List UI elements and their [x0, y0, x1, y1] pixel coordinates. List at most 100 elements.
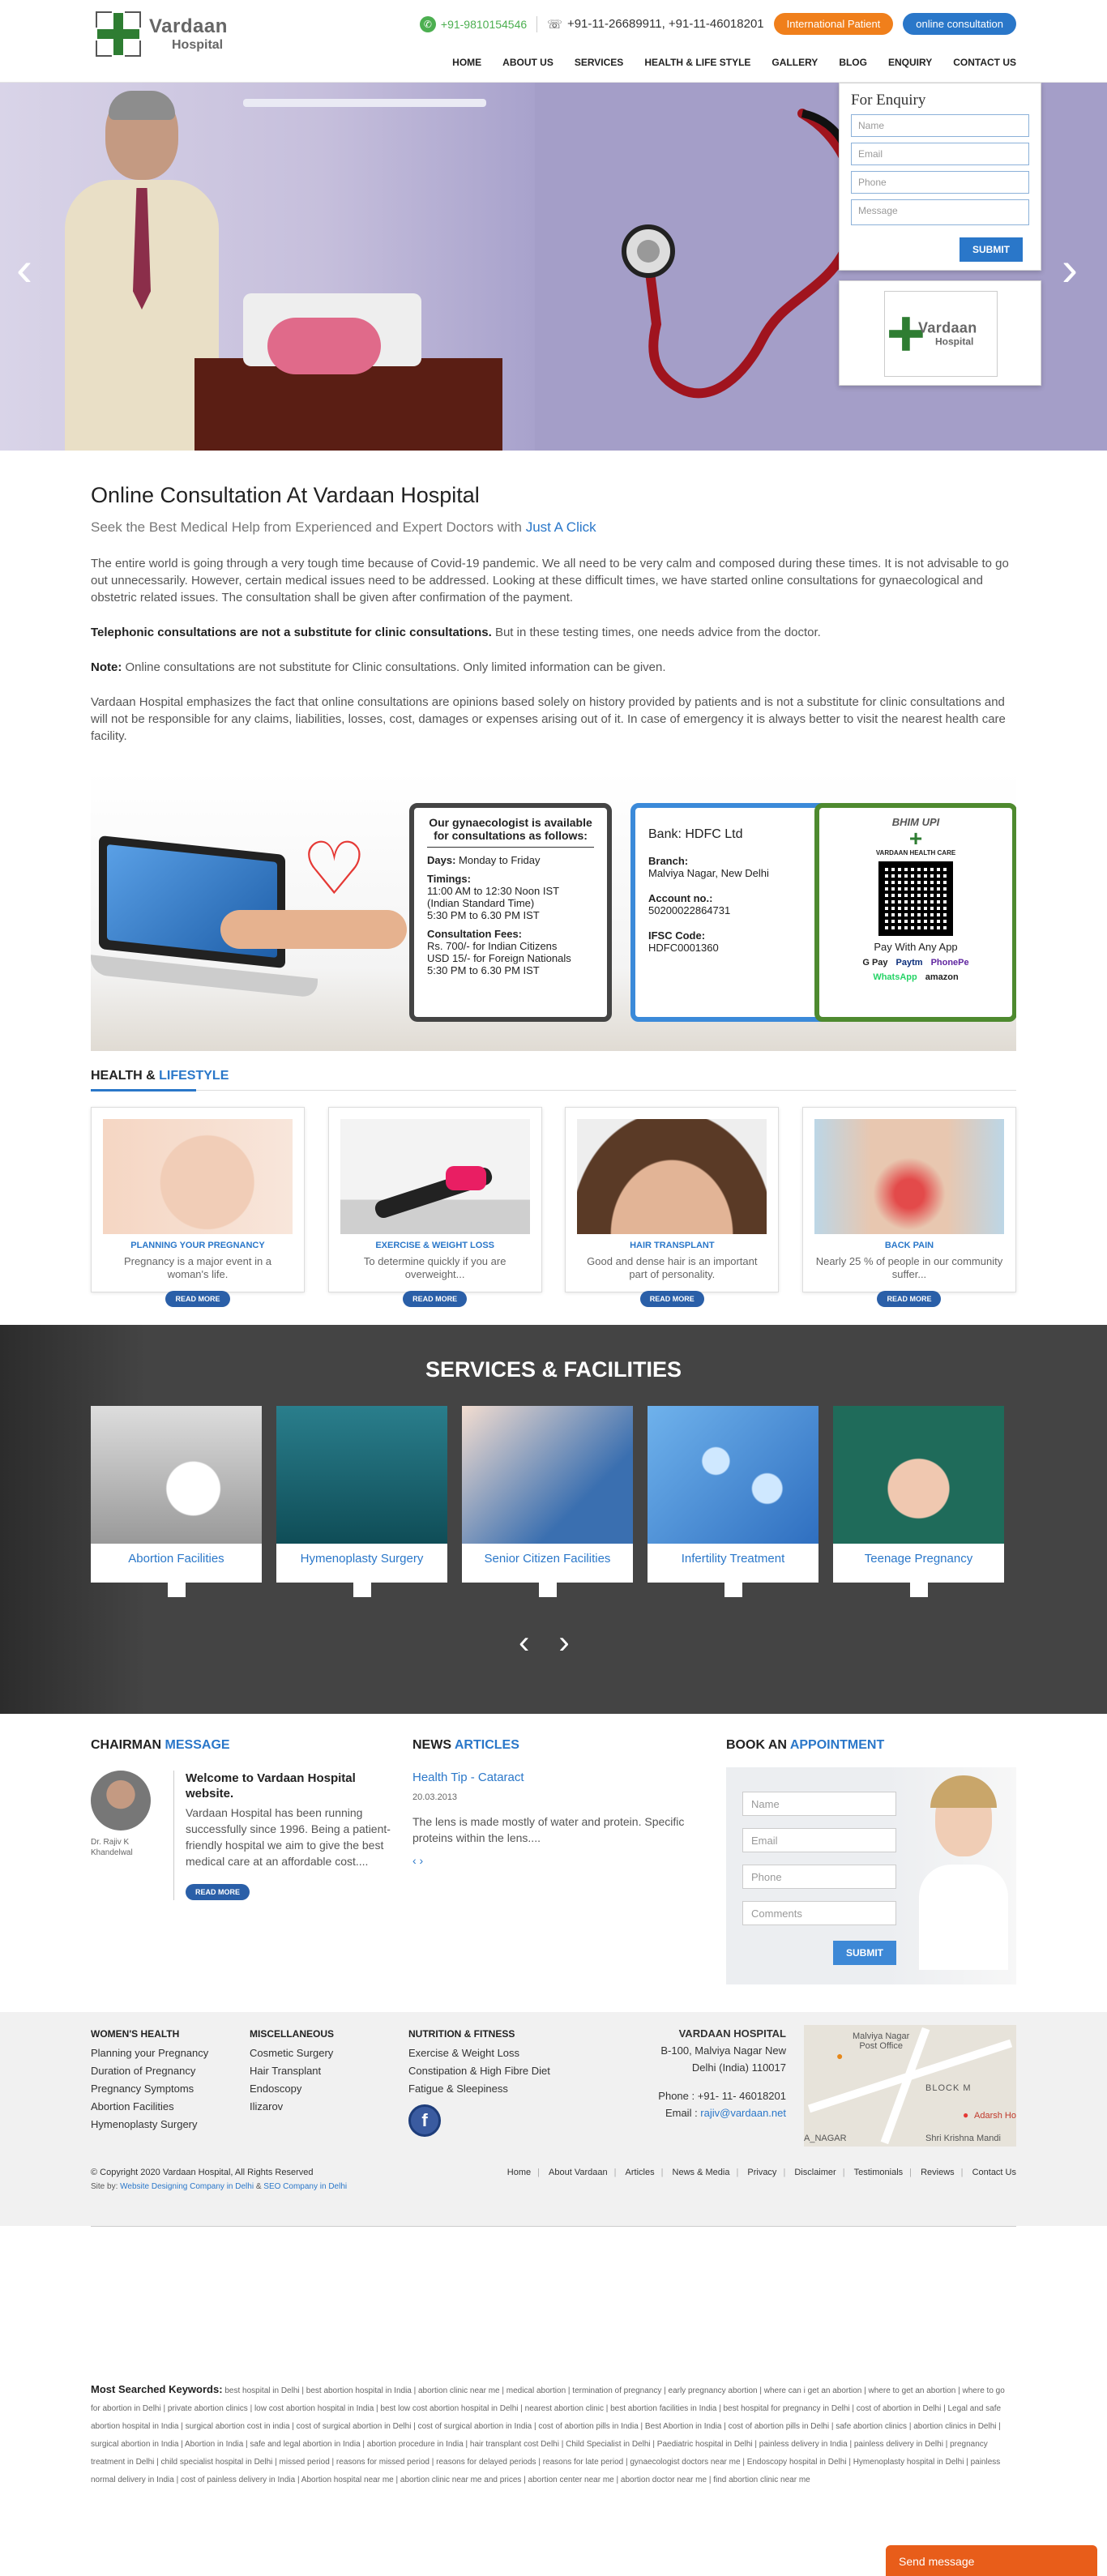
footer-link[interactable]: Exercise & Weight Loss — [408, 2044, 627, 2062]
service-image — [276, 1406, 447, 1544]
nav-blog[interactable]: BLOG — [839, 57, 867, 68]
read-more-button[interactable]: READ MORE — [639, 1291, 704, 1307]
just-a-click-link[interactable]: Just A Click — [526, 519, 596, 535]
footer-link[interactable]: Constipation & High Fibre Diet — [408, 2062, 627, 2080]
chairman-message: CHAIRMAN MESSAGE Dr. Rajiv K Khandelwal … — [91, 1738, 391, 1984]
nav-home[interactable]: HOME — [452, 57, 481, 68]
payment-apps-2: WhatsApp amazon — [873, 972, 959, 982]
footer-link-about[interactable]: About Vardaan — [549, 2168, 608, 2177]
nav-contact-us[interactable]: CONTACT US — [953, 57, 1016, 68]
health-card-back-pain[interactable]: BACK PAIN Nearly 25 % of people in our c… — [801, 1107, 1016, 1307]
online-consultation-button[interactable]: online consultation — [903, 13, 1016, 35]
health-card-pregnancy[interactable]: PLANNING YOUR PREGNANCY Pregnancy is a m… — [91, 1107, 305, 1307]
footer-link[interactable]: Hymenoplasty Surgery — [91, 2116, 250, 2134]
email-link[interactable]: rajiv@vardaan.net — [700, 2107, 786, 2119]
keywords-list[interactable]: best hospital in Delhi | best abortion h… — [91, 2386, 1005, 2484]
top-bar: ✆ +91-9810154546 ☏ +91-11-26689911, +91-… — [419, 13, 1016, 35]
whatsapp-link[interactable]: ✆ +91-9810154546 — [419, 15, 527, 32]
service-teenage-pregnancy[interactable]: Teenage Pregnancy — [833, 1406, 1004, 1597]
most-searched-keywords: Most Searched Keywords: best hospital in… — [91, 2381, 1016, 2514]
footer-link-contact[interactable]: Contact Us — [972, 2168, 1016, 2177]
phone-link[interactable]: ☏ +91-11-26689911, +91-11-46018201 — [547, 17, 763, 32]
footer-links: Home | About Vardaan | Articles | News & Me… — [506, 2168, 1016, 2177]
footer-link[interactable]: Abortion Facilities — [91, 2098, 250, 2116]
enquiry-submit-button[interactable]: SUBMIT — [960, 237, 1023, 262]
hero-next-arrow[interactable]: › — [1062, 245, 1094, 293]
service-infertility[interactable]: Infertility Treatment — [648, 1406, 818, 1597]
news-item-title[interactable]: Health Tip - Cataract — [412, 1771, 524, 1784]
appointment-name-input[interactable]: Name — [742, 1792, 896, 1816]
footer-link-home[interactable]: Home — [507, 2168, 531, 2177]
footer-link-privacy[interactable]: Privacy — [747, 2168, 776, 2177]
enquiry-form: For Enquiry Name Email Phone Message SUB… — [839, 83, 1041, 271]
enquiry-email-input[interactable]: Email — [851, 143, 1029, 165]
nav-services[interactable]: SERVICES — [575, 57, 623, 68]
service-hymenoplasty[interactable]: Hymenoplasty Surgery — [276, 1406, 447, 1597]
ifsc-label: IFSC Code: — [648, 929, 706, 942]
hero-prev-arrow[interactable]: ‹ — [16, 245, 49, 293]
info-columns: CHAIRMAN MESSAGE Dr. Rajiv K Khandelwal … — [91, 1738, 1016, 1984]
read-more-button[interactable]: READ MORE — [403, 1291, 468, 1307]
hero-image — [0, 83, 535, 451]
facebook-icon[interactable]: f — [408, 2104, 441, 2137]
site-credit: Site by: Website Designing Company in De… — [91, 2182, 348, 2191]
services-next-arrow[interactable]: › — [558, 1625, 569, 1661]
footer-link-news[interactable]: News & Media — [673, 2168, 730, 2177]
health-card-title: BACK PAIN — [884, 1241, 934, 1250]
bank-name: Bank: HDFC Ltd — [648, 827, 743, 841]
footer-link[interactable]: Duration of Pregnancy — [91, 2062, 250, 2080]
footer-link-testimonials[interactable]: Testimonials — [854, 2168, 904, 2177]
back-pain-image — [814, 1119, 1004, 1234]
footer-heading: VARDAAN HOSPITAL — [678, 2027, 786, 2040]
nav-about-us[interactable]: ABOUT US — [502, 57, 554, 68]
appointment-email-input[interactable]: Email — [742, 1828, 896, 1852]
news-desc: The lens is made mostly of water and pro… — [412, 1815, 685, 1844]
payment-apps: G Pay Paytm PhonePe — [862, 958, 969, 968]
service-senior-citizen[interactable]: Senior Citizen Facilities — [462, 1406, 633, 1597]
read-more-button[interactable]: READ MORE — [165, 1291, 230, 1307]
international-patient-button[interactable]: International Patient — [773, 13, 894, 35]
send-message-button[interactable]: Send message — [886, 2545, 1097, 2576]
timing-1: 11:00 AM to 12:30 Noon IST — [427, 885, 560, 897]
chairman-desc: Vardaan Hospital has been running succes… — [186, 1806, 391, 1868]
logo[interactable]: Vardaan Hospital — [96, 11, 228, 57]
nav-gallery[interactable]: GALLERY — [771, 57, 818, 68]
cross-icon: + — [908, 826, 923, 851]
footer-link[interactable]: Hair Transplant — [250, 2062, 408, 2080]
footer-link[interactable]: Ilizarov — [250, 2098, 408, 2116]
enquiry-name-input[interactable]: Name — [851, 114, 1029, 137]
news-arrows[interactable]: ‹ › — [412, 1854, 704, 1867]
service-abortion[interactable]: Abortion Facilities — [91, 1406, 262, 1597]
appointment-comments-input[interactable]: Comments — [742, 1901, 896, 1925]
footer-link[interactable]: Pregnancy Symptoms — [91, 2080, 250, 2098]
address-line-1: B-100, Malviya Nagar New — [660, 2044, 786, 2057]
footer-link-reviews[interactable]: Reviews — [921, 2168, 955, 2177]
health-lifestyle-section: HEALTH & LIFESTYLE PLANNING YOUR PREGNAN… — [91, 1069, 1016, 1307]
footer-link-disclaimer[interactable]: Disclaimer — [794, 2168, 836, 2177]
enquiry-phone-input[interactable]: Phone — [851, 171, 1029, 194]
footer-link[interactable]: Planning your Pregnancy — [91, 2044, 250, 2062]
footer-link[interactable]: Fatigue & Sleepiness — [408, 2080, 627, 2098]
services-prev-arrow[interactable]: ‹ — [519, 1625, 529, 1661]
logo-name: Vardaan — [149, 15, 228, 37]
divider — [536, 15, 538, 32]
service-title: Abortion Facilities — [128, 1552, 224, 1566]
web-design-link[interactable]: Website Designing Company in Delhi — [120, 2182, 254, 2191]
read-more-button[interactable]: READ MORE — [877, 1291, 942, 1307]
consultation-disclaimer: Vardaan Hospital emphasizes the fact tha… — [91, 695, 1006, 743]
appointment-submit-button[interactable]: SUBMIT — [833, 1941, 896, 1965]
pregnancy-image — [103, 1119, 293, 1234]
footer-link[interactable]: Endoscopy — [250, 2080, 408, 2098]
seo-link[interactable]: SEO Company in Delhi — [263, 2182, 347, 2191]
enquiry-message-input[interactable]: Message — [851, 199, 1029, 225]
nav-health-life-style[interactable]: HEALTH & LIFE STYLE — [644, 57, 750, 68]
nav-enquiry[interactable]: ENQUIRY — [888, 57, 932, 68]
health-card-hair[interactable]: HAIR TRANSPLANT Good and dense hair is a… — [565, 1107, 780, 1307]
appointment-phone-input[interactable]: Phone — [742, 1865, 896, 1889]
footer-link[interactable]: Cosmetic Surgery — [250, 2044, 408, 2062]
chairman-read-more-button[interactable]: READ MORE — [186, 1884, 250, 1900]
footer-womens-health: WOMEN'S HEALTH Planning your Pregnancy D… — [91, 2025, 250, 2147]
location-map[interactable]: Malviya Nagar Post Office ● BLOCK M A_NAG… — [804, 2025, 1016, 2147]
health-card-exercise[interactable]: EXERCISE & WEIGHT LOSS To determine quic… — [327, 1107, 542, 1307]
footer-link-articles[interactable]: Articles — [626, 2168, 655, 2177]
